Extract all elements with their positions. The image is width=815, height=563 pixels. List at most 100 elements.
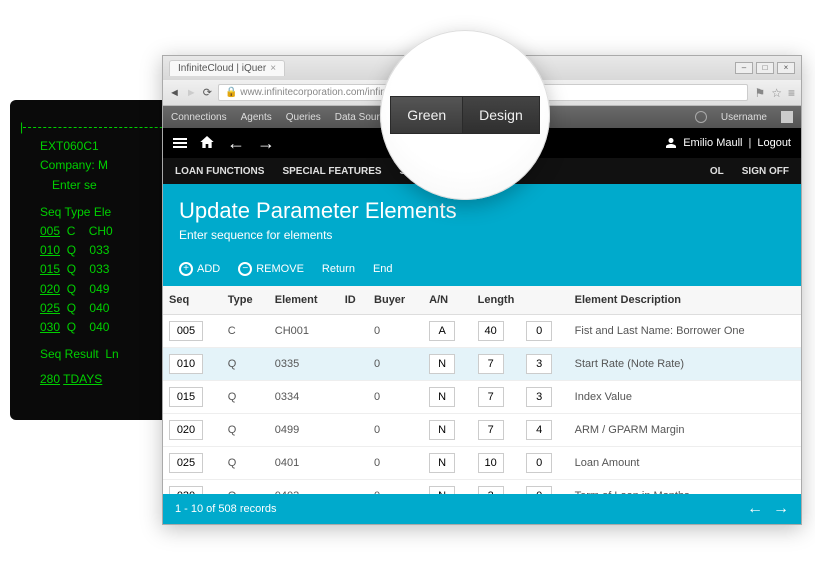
dec-input[interactable] [526, 420, 552, 440]
an-input[interactable] [429, 321, 455, 341]
toolbar-item[interactable]: Agents [241, 112, 272, 123]
cell-id [339, 414, 368, 447]
toolbar-item[interactable]: Queries [286, 112, 321, 123]
home-icon[interactable] [199, 134, 215, 153]
terminal-seq-link[interactable]: 005 [40, 224, 60, 238]
menu-icon[interactable]: ≡ [788, 86, 795, 100]
seq-input[interactable] [169, 420, 203, 440]
terminal-seq-link[interactable]: 015 [40, 262, 60, 276]
minus-icon: − [238, 262, 252, 276]
cell-element: 0401 [269, 447, 339, 480]
table-row[interactable]: Q04030Term of Loan in Months [163, 480, 801, 495]
an-input[interactable] [429, 453, 455, 473]
table-row[interactable]: Q03340Index Value [163, 381, 801, 414]
menu-item[interactable]: LOAN FUNCTIONS [175, 166, 264, 177]
green-mode-button[interactable]: Green [390, 96, 462, 134]
avatar[interactable] [781, 111, 793, 123]
dec-input[interactable] [526, 321, 552, 341]
forward-arrow-icon[interactable]: → [257, 133, 275, 154]
close-button[interactable]: × [777, 62, 795, 74]
star-icon[interactable]: ☆ [771, 86, 782, 100]
page-subtitle: Enter sequence for elements [179, 228, 785, 242]
an-input[interactable] [429, 354, 455, 374]
action-bar: +ADD −REMOVE Return End [163, 256, 801, 286]
toolbar-username[interactable]: Username [721, 112, 767, 123]
hamburger-icon[interactable] [173, 138, 187, 148]
table-row[interactable]: Q04990ARM / GPARM Margin [163, 414, 801, 447]
minimize-button[interactable]: – [735, 62, 753, 74]
flag-icon[interactable]: ⚑ [754, 86, 765, 100]
col-seq: Seq [163, 286, 222, 315]
cell-buyer: 0 [368, 315, 423, 348]
terminal-seq-link[interactable]: 025 [40, 301, 60, 315]
return-button[interactable]: Return [322, 263, 355, 275]
col-desc: Element Description [569, 286, 801, 315]
cell-element: 0335 [269, 348, 339, 381]
person-icon [665, 137, 677, 149]
length-input[interactable] [478, 453, 504, 473]
an-input[interactable] [429, 486, 455, 494]
menu-item[interactable]: SPECIAL FEATURES [282, 166, 381, 177]
seq-input[interactable] [169, 486, 203, 494]
back-arrow-icon[interactable]: ← [227, 133, 245, 154]
menu-item[interactable]: OL [710, 166, 724, 177]
seq-input[interactable] [169, 321, 203, 341]
table-row[interactable]: CCH0010Fist and Last Name: Borrower One [163, 315, 801, 348]
cell-id [339, 315, 368, 348]
seq-input[interactable] [169, 387, 203, 407]
toolbar-item[interactable]: Connections [171, 112, 227, 123]
cell-type: Q [222, 480, 269, 495]
back-icon[interactable]: ◄ [169, 87, 180, 99]
cell-element: 0403 [269, 480, 339, 495]
dec-input[interactable] [526, 486, 552, 494]
cell-desc: Index Value [569, 381, 801, 414]
record-count: 1 - 10 of 508 records [175, 503, 277, 515]
col-length: Length [472, 286, 569, 315]
an-input[interactable] [429, 420, 455, 440]
dec-input[interactable] [526, 387, 552, 407]
length-input[interactable] [478, 321, 504, 341]
end-button[interactable]: End [373, 263, 393, 275]
terminal-footer-result[interactable]: TDAYS [63, 372, 102, 386]
prev-page-icon[interactable]: ← [747, 500, 763, 518]
gear-icon[interactable] [695, 111, 707, 123]
terminal-seq-link[interactable]: 010 [40, 243, 60, 257]
logout-link[interactable]: Logout [757, 137, 791, 149]
cell-id [339, 447, 368, 480]
cell-id [339, 480, 368, 495]
forward-icon[interactable]: ► [186, 87, 197, 99]
cell-id [339, 381, 368, 414]
terminal-seq-link[interactable]: 030 [40, 320, 60, 334]
next-page-icon[interactable]: → [773, 500, 789, 518]
col-element: Element [269, 286, 339, 315]
plus-icon: + [179, 262, 193, 276]
page-title: Update Parameter Elements [179, 198, 785, 224]
table-row[interactable]: Q04010Loan Amount [163, 447, 801, 480]
design-mode-button[interactable]: Design [462, 96, 540, 134]
user-section: Emilio Maull | Logout [665, 137, 791, 149]
dec-input[interactable] [526, 354, 552, 374]
an-input[interactable] [429, 387, 455, 407]
length-input[interactable] [478, 354, 504, 374]
length-input[interactable] [478, 486, 504, 494]
menu-item[interactable]: SIGN OFF [742, 166, 789, 177]
cell-buyer: 0 [368, 414, 423, 447]
maximize-button[interactable]: □ [756, 62, 774, 74]
dec-input[interactable] [526, 453, 552, 473]
table-footer: 1 - 10 of 508 records ← → [163, 494, 801, 524]
close-icon[interactable]: × [270, 63, 276, 74]
cell-type: Q [222, 447, 269, 480]
terminal-footer-seq[interactable]: 280 [40, 372, 60, 386]
cell-element: 0499 [269, 414, 339, 447]
seq-input[interactable] [169, 453, 203, 473]
table-row[interactable]: Q03350Start Rate (Note Rate) [163, 348, 801, 381]
cell-id [339, 348, 368, 381]
reload-icon[interactable]: ⟳ [203, 86, 212, 99]
add-button[interactable]: +ADD [179, 262, 220, 276]
terminal-seq-link[interactable]: 020 [40, 282, 60, 296]
remove-button[interactable]: −REMOVE [238, 262, 304, 276]
length-input[interactable] [478, 387, 504, 407]
length-input[interactable] [478, 420, 504, 440]
seq-input[interactable] [169, 354, 203, 374]
browser-tab[interactable]: InfiniteCloud | iQuer × [169, 60, 285, 76]
